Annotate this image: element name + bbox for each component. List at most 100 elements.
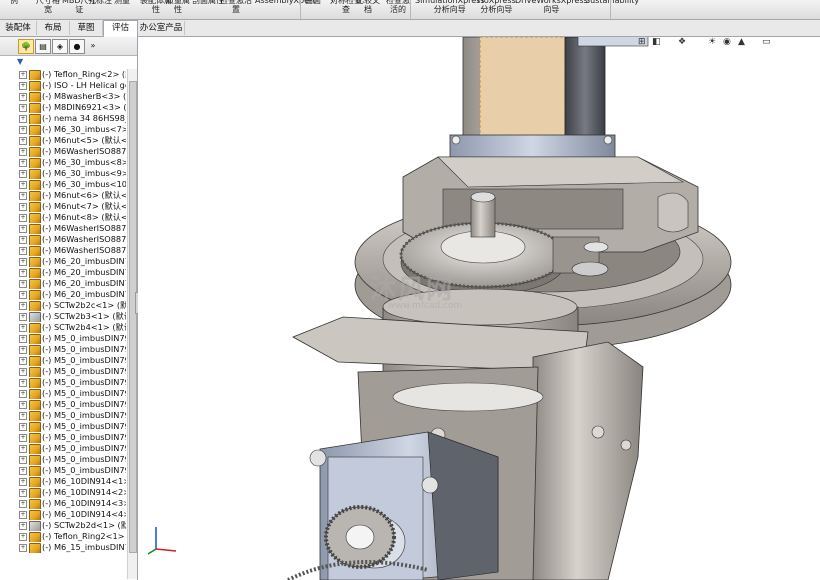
appearance-icon[interactable]: ● — [69, 39, 85, 54]
expand-toggle-icon[interactable]: + — [19, 192, 27, 200]
tree-item[interactable]: + (-) M5_0_imbusDIN7984 — [0, 344, 126, 355]
expand-toggle-icon[interactable]: + — [19, 423, 27, 431]
expand-toggle-icon[interactable]: + — [19, 148, 27, 156]
ribbon-button[interactable]: 检查激活置 — [220, 0, 252, 14]
expand-toggle-icon[interactable]: + — [19, 247, 27, 255]
tree-item[interactable]: + (-) M5_0_imbusDIN7984 — [0, 333, 126, 344]
tree-item[interactable]: + (-) M5_0_imbusDIN7984 — [0, 454, 126, 465]
view-orientation-icon[interactable]: ⊞ — [638, 37, 646, 47]
expand-toggle-icon[interactable]: + — [19, 82, 27, 90]
expand-toggle-icon[interactable]: + — [19, 159, 27, 167]
tree-item[interactable]: + (-) M5_0_imbusDIN7984 — [0, 366, 126, 377]
expand-toggle-icon[interactable]: + — [19, 313, 27, 321]
tree-item[interactable]: + (-) M6_10DIN914<3> (默 — [0, 498, 126, 509]
tree-item[interactable]: + (-) M6_30_imbus<9> (默 — [0, 168, 126, 179]
expand-toggle-icon[interactable]: + — [19, 478, 27, 486]
tree-item[interactable]: + (-) M6_30_imbus<7> (默 — [0, 124, 126, 135]
tree-item[interactable]: + (-) M6_20_imbusDIN79 — [0, 278, 126, 289]
expand-toggle-icon[interactable]: + — [19, 445, 27, 453]
tree-item[interactable]: + (-) M5_0_imbusDIN7984 — [0, 421, 126, 432]
expand-toggle-icon[interactable]: + — [19, 379, 27, 387]
expand-toggle-icon[interactable]: + — [19, 291, 27, 299]
expand-toggle-icon[interactable]: + — [19, 126, 27, 134]
expand-toggle-icon[interactable]: + — [19, 434, 27, 442]
expand-toggle-icon[interactable]: + — [19, 170, 27, 178]
section-view-icon[interactable]: ◧ — [652, 37, 661, 47]
tab-office-products[interactable]: 办公室产品 — [138, 21, 185, 35]
ribbon-button[interactable]: 曲面 — [305, 0, 321, 5]
tree-item[interactable]: + (-) M6_20_imbusDIN79 — [0, 289, 126, 300]
expand-toggle-icon[interactable]: + — [19, 236, 27, 244]
tree-item[interactable]: + (-) M5_0_imbusDIN7984 — [0, 410, 126, 421]
expand-toggle-icon[interactable]: + — [19, 335, 27, 343]
tree-item[interactable]: + (-) SCTw2b2d<1> (默认 — [0, 520, 126, 531]
expand-toggle-icon[interactable]: + — [19, 489, 27, 497]
edit-appearance-icon[interactable]: ◉ — [723, 37, 731, 47]
tab-evaluate[interactable]: 评估 — [103, 20, 138, 37]
expand-toggle-icon[interactable]: + — [19, 390, 27, 398]
tree-item[interactable]: + (-) M5_0_imbusDIN7984 — [0, 388, 126, 399]
tree-item[interactable]: + (-) nema 34 86HS98_2_ — [0, 113, 126, 124]
expand-toggle-icon[interactable]: + — [19, 324, 27, 332]
tree-item[interactable]: + (-) M6_10DIN914<1> (默 — [0, 476, 126, 487]
tree-item[interactable]: + (-) SCTw2b3<1> (默认< — [0, 311, 126, 322]
display-style-icon[interactable]: ❖ — [678, 37, 686, 47]
tree-item[interactable]: + (-) M8washerB<3> (默认 — [0, 91, 126, 102]
expand-toggle-icon[interactable]: + — [19, 401, 27, 409]
tree-item[interactable]: + (-) M6nut<7> (默认<<默 — [0, 201, 126, 212]
expand-toggle-icon[interactable]: + — [19, 500, 27, 508]
expand-toggle-icon[interactable]: + — [19, 203, 27, 211]
tree-item[interactable]: + (-) M6WasherISO887<8 — [0, 245, 126, 256]
tree-item[interactable]: + (-) M5_0_imbusDIN7984 — [0, 465, 126, 476]
expand-toggle-icon[interactable]: + — [19, 93, 27, 101]
hide-show-items-icon[interactable]: ☀ — [708, 37, 716, 47]
tree-item[interactable]: + (-) M6nut<8> (默认<<默 — [0, 212, 126, 223]
tree-item[interactable]: + (-) M6_30_imbus<10> ( — [0, 179, 126, 190]
tab-assembly[interactable]: 装配体 — [0, 21, 37, 35]
tree-item[interactable]: + (-) M5_0_imbusDIN7984 — [0, 355, 126, 366]
tree-item[interactable]: + (-) M5_0_imbusDIN7984 — [0, 399, 126, 410]
ribbon-button[interactable]: Sustainability — [585, 0, 639, 5]
tree-item[interactable]: + (-) M6WasherISO887<7 — [0, 234, 126, 245]
apply-scene-icon[interactable]: ▲ — [738, 37, 745, 47]
tree-item[interactable]: + (-) M8DIN6921<3> (默认 — [0, 102, 126, 113]
expand-toggle-icon[interactable]: + — [19, 533, 27, 541]
tree-item[interactable]: + (-) M6WasherISO887<6 — [0, 223, 126, 234]
expand-toggle-icon[interactable]: + — [19, 181, 27, 189]
ribbon-button[interactable]: 测量 — [114, 0, 130, 5]
tree-item[interactable]: + (-) M5_0_imbusDIN7984 — [0, 432, 126, 443]
expand-toggle-icon[interactable]: + — [19, 368, 27, 376]
property-manager-icon[interactable]: ▤ — [35, 39, 51, 54]
ribbon-button[interactable]: 检查激 活的 — [386, 0, 410, 14]
expand-toggle-icon[interactable]: + — [19, 346, 27, 354]
graphics-viewport[interactable]: ⊞ ◧ ❖ ☀ ◉ ▲ ▭ 沐风网 www.mfcad.com — [138, 37, 820, 580]
expand-toggle-icon[interactable]: + — [19, 214, 27, 222]
ribbon-button[interactable]: SimulationXpress 分析向导 — [415, 0, 485, 14]
expand-toggle-icon[interactable]: + — [19, 467, 27, 475]
tree-item[interactable]: + (-) SCTw2b2c<1> (默认 — [0, 300, 126, 311]
expand-toggle-icon[interactable]: + — [19, 137, 27, 145]
view-settings-icon[interactable]: ▭ — [762, 37, 771, 47]
ribbon-button[interactable]: 孔标注 — [88, 0, 112, 5]
expand-toggle-icon[interactable]: + — [19, 280, 27, 288]
expand-toggle-icon[interactable]: + — [19, 511, 27, 519]
ribbon-button[interactable]: 质量属性 — [166, 0, 190, 14]
expand-toggle-icon[interactable]: + — [19, 115, 27, 123]
feature-tree-icon[interactable]: 🌳 — [18, 39, 34, 54]
tree-item[interactable]: + (-) M6WasherISO887<5 — [0, 146, 126, 157]
tree-item[interactable]: + (-) M6_30_imbus<8> (默 — [0, 157, 126, 168]
tree-item[interactable]: + (-) M6_10DIN914<2> (默 — [0, 487, 126, 498]
tree-item[interactable]: + (-) Teflon_Ring2<1> (默认 — [0, 531, 126, 542]
ribbon-button[interactable]: 尺寸格宽 — [36, 0, 60, 14]
filter-icon[interactable]: ▼ — [17, 57, 31, 67]
ribbon-button[interactable]: 例 — [10, 0, 18, 5]
tree-item[interactable]: + (-) M6_10DIN914<4> (默 — [0, 509, 126, 520]
tree-item[interactable]: + (-) M6_15_imbusDIN79 — [0, 542, 126, 553]
ribbon-button[interactable]: DriveWorksXpress 向导 — [515, 0, 588, 14]
tree-item[interactable]: + (-) M5_0_imbusDIN7984 — [0, 377, 126, 388]
ribbon-button[interactable]: FloXpress 分析向导 — [477, 0, 516, 14]
expand-toggle-icon[interactable]: + — [19, 225, 27, 233]
tree-item[interactable]: + (-) M6nut<6> (默认<<默 — [0, 190, 126, 201]
expand-toggle-icon[interactable]: + — [19, 412, 27, 420]
tree-item[interactable]: + (-) M6nut<5> (默认<<默 — [0, 135, 126, 146]
